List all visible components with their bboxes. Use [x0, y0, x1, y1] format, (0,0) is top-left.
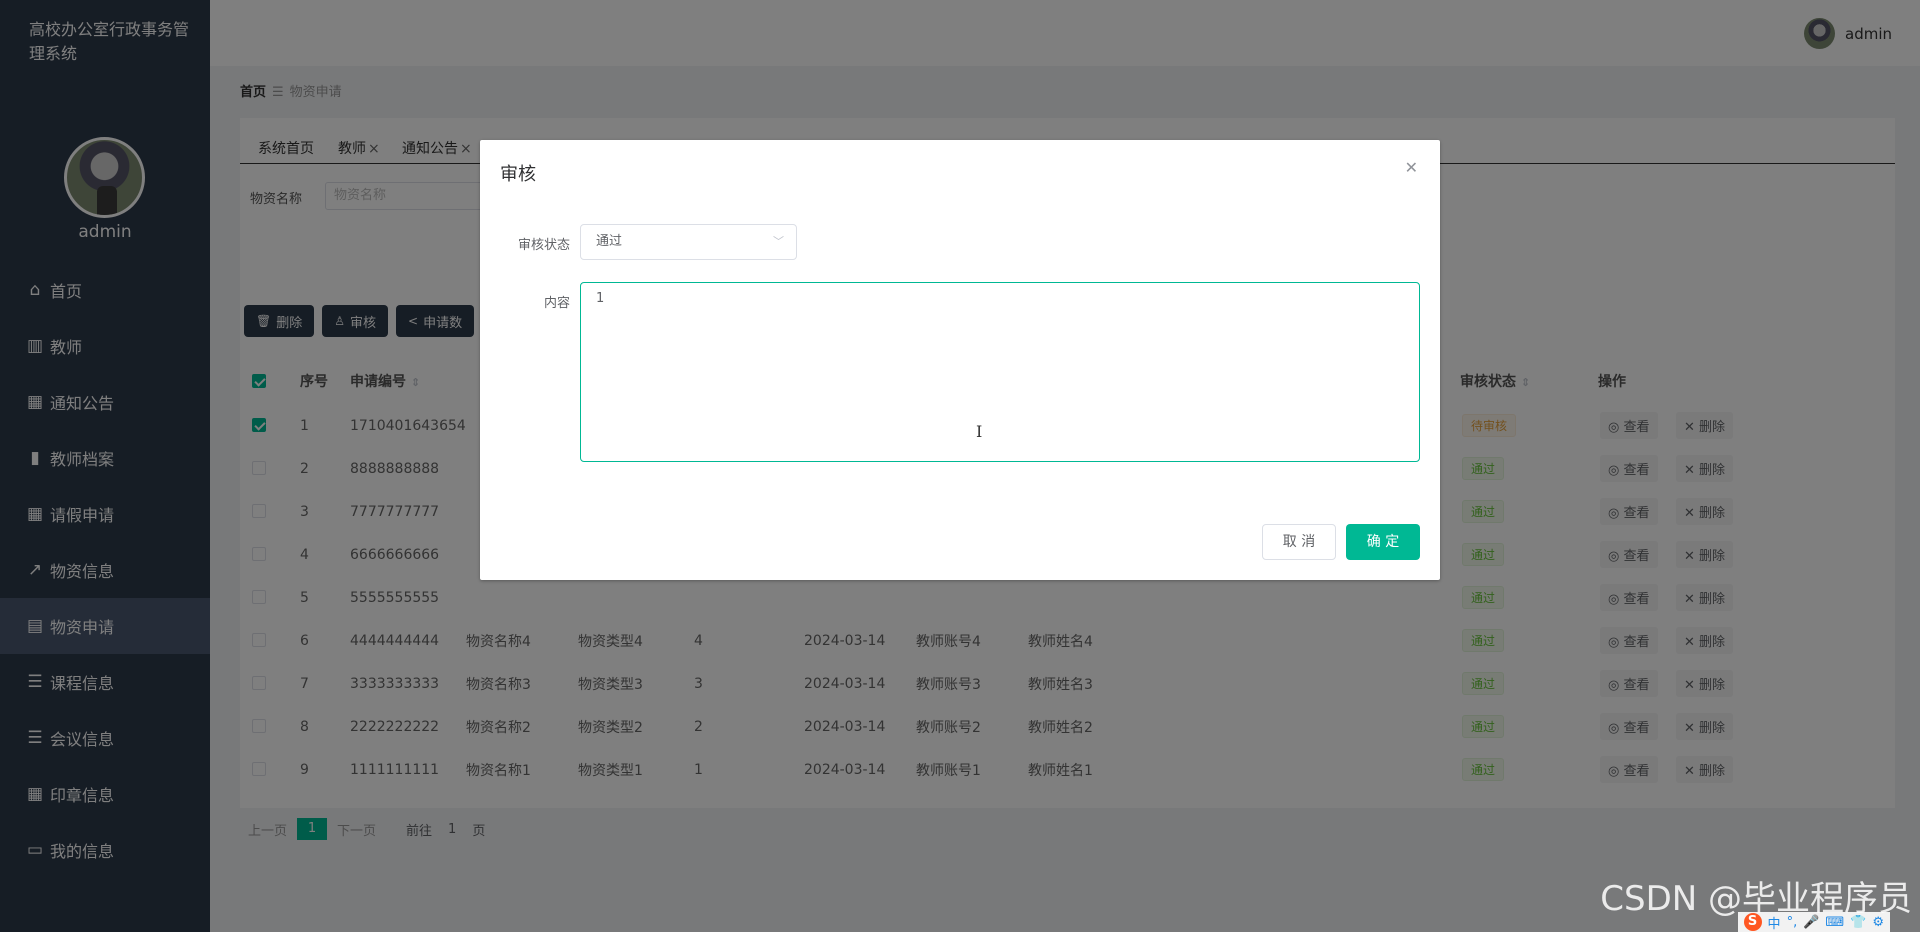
dialog-title: 审核	[500, 164, 536, 185]
skin-icon: 👕	[1850, 914, 1867, 930]
cancel-button[interactable]: 取 消	[1262, 524, 1336, 560]
toolbox-icon: ⚙	[1872, 914, 1884, 930]
chevron-down-icon: ﹀	[773, 235, 784, 248]
status-select-value: 通过	[596, 234, 623, 249]
content-label: 内容	[543, 296, 570, 311]
content-textarea[interactable]: 1	[580, 282, 1420, 462]
text-cursor-icon: I	[976, 422, 983, 441]
close-icon[interactable]: ✕	[1405, 158, 1418, 177]
ime-toolbar[interactable]: S 中 °, 🎤 ⌨ 👕 ⚙	[1737, 912, 1890, 932]
status-select[interactable]: 通过 ﹀	[580, 224, 797, 260]
punct-icon: °,	[1786, 914, 1798, 930]
status-label: 审核状态	[517, 238, 570, 253]
sogou-icon: S	[1743, 913, 1762, 931]
keyboard-icon: ⌨	[1825, 914, 1845, 930]
ime-mode-icon: 中	[1767, 916, 1781, 932]
audit-dialog: 审核 ✕ 审核状态 通过 ﹀ 内容 1 取 消 确 定	[480, 140, 1440, 580]
mic-icon: 🎤	[1803, 914, 1820, 930]
confirm-button[interactable]: 确 定	[1346, 524, 1420, 560]
